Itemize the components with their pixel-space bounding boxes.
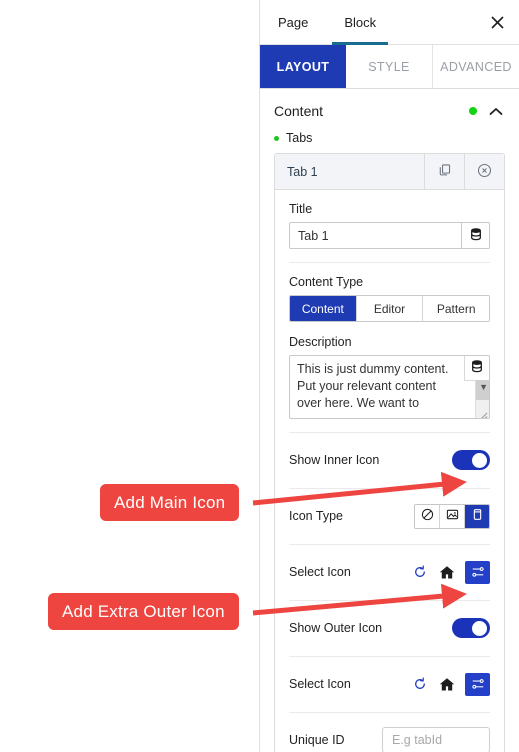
tab-item-header: Tab 1 — [275, 154, 504, 190]
icon-type-image-button[interactable] — [440, 504, 465, 528]
divider — [289, 488, 490, 489]
mode-tab-advanced[interactable]: ADVANCED — [433, 45, 519, 88]
content-type-option-editor-label: Editor — [373, 301, 406, 316]
show-inner-icon-row: Show Inner Icon — [289, 445, 490, 475]
icon-library-icon — [471, 508, 484, 524]
show-outer-icon-toggle[interactable] — [452, 618, 490, 638]
unique-id-label: Unique ID — [289, 733, 345, 747]
tab-page[interactable]: Page — [260, 0, 326, 44]
inspector-top-tabs: Page Block — [260, 0, 519, 45]
title-dynamic-data-button[interactable] — [462, 222, 490, 249]
remove-tab-button[interactable] — [464, 154, 504, 189]
select-outer-icon-label: Select Icon — [289, 677, 351, 691]
none-icon — [421, 508, 434, 524]
divider — [289, 600, 490, 601]
home-icon[interactable] — [438, 675, 456, 693]
description-textarea[interactable]: This is just dummy content. Put your rel… — [290, 356, 489, 418]
content-type-option-editor[interactable]: Editor — [356, 296, 424, 321]
show-inner-icon-toggle[interactable] — [452, 450, 490, 470]
icon-type-none-button[interactable] — [415, 504, 440, 528]
content-section-header[interactable]: Content — [260, 89, 519, 131]
tab-item-header-name[interactable]: Tab 1 — [275, 154, 424, 189]
content-type-segmented-control: Content Editor Pattern — [289, 295, 490, 322]
toggle-knob — [472, 452, 487, 468]
duplicate-tab-button[interactable] — [424, 154, 464, 189]
divider — [289, 712, 490, 713]
annotation-callout-add-extra-outer-icon: Add Extra Outer Icon — [48, 593, 239, 630]
divider — [289, 544, 490, 545]
content-type-option-content-label: Content — [301, 301, 344, 316]
content-type-option-pattern[interactable]: Pattern — [423, 296, 489, 321]
close-icon — [490, 15, 505, 30]
icon-type-library-button[interactable] — [465, 504, 489, 528]
copy-icon — [438, 163, 452, 180]
content-type-label: Content Type — [289, 275, 364, 289]
tab-item-body: Title Content — [275, 190, 504, 752]
mode-tab-layout[interactable]: LAYOUT — [260, 45, 346, 88]
show-inner-icon-label: Show Inner Icon — [289, 453, 380, 467]
description-label: Description — [289, 335, 352, 349]
content-type-option-pattern-label: Pattern — [436, 301, 476, 316]
close-panel-button[interactable] — [475, 0, 519, 44]
tab-item-header-label: Tab 1 — [287, 164, 318, 179]
content-section-title: Content — [274, 103, 324, 119]
icon-type-label: Icon Type — [289, 509, 343, 523]
database-icon — [471, 360, 483, 376]
toggle-knob — [472, 620, 487, 636]
mode-tab-advanced-label: ADVANCED — [440, 59, 512, 74]
annotation-callout-add-main-icon-label: Add Main Icon — [114, 492, 226, 512]
scroll-down-arrow-icon[interactable]: ▼ — [479, 382, 488, 392]
tab-page-label: Page — [278, 14, 309, 30]
divider — [289, 432, 490, 433]
show-outer-icon-row: Show Outer Icon — [289, 613, 490, 643]
select-inner-icon-buttons — [411, 560, 490, 584]
unique-id-row: Unique ID — [289, 725, 490, 752]
icon-type-row: Icon Type — [289, 501, 490, 531]
annotation-callout-add-main-icon: Add Main Icon — [100, 484, 240, 521]
show-outer-icon-label: Show Outer Icon — [289, 621, 383, 635]
divider — [289, 656, 490, 657]
block-inspector-panel: Page Block LAYOUT STYLE ADVANCED Content — [259, 0, 519, 752]
inspector-body: Tabs Tab 1 Title Tab 1 Content Type Cont… — [260, 131, 519, 752]
reset-icon[interactable] — [411, 675, 429, 693]
database-icon — [470, 227, 482, 244]
image-icon — [446, 508, 459, 524]
close-circle-icon — [477, 163, 492, 181]
annotation-callout-add-extra-outer-icon-label: Add Extra Outer Icon — [62, 601, 225, 621]
home-icon[interactable] — [438, 563, 456, 581]
editor-canvas-area — [0, 0, 259, 752]
inspector-mode-tabs: LAYOUT STYLE ADVANCED — [260, 45, 519, 89]
tabs-field-label-row: Tabs — [274, 131, 505, 145]
select-outer-icon-row: Select Icon — [289, 669, 490, 699]
sliders-icon[interactable] — [465, 672, 490, 696]
reset-icon[interactable] — [411, 563, 429, 581]
content-type-option-content[interactable]: Content — [290, 296, 357, 321]
sliders-icon[interactable] — [465, 560, 490, 584]
mode-tab-style[interactable]: STYLE — [346, 45, 433, 88]
select-inner-icon-label: Select Icon — [289, 565, 351, 579]
title-field-group — [289, 222, 490, 249]
tab-block[interactable]: Block — [326, 0, 394, 45]
mode-tab-style-label: STYLE — [368, 59, 410, 74]
icon-type-button-group — [414, 503, 490, 529]
tabs-field-label: Tabs — [286, 131, 313, 145]
divider — [289, 262, 490, 263]
field-bullet-icon — [274, 135, 279, 141]
title-field-label: Title — [289, 202, 313, 216]
select-inner-icon-row: Select Icon — [289, 557, 490, 587]
select-outer-icon-buttons — [411, 672, 490, 696]
description-field-group: This is just dummy content. Put your rel… — [289, 355, 490, 419]
status-dot-icon — [469, 107, 477, 115]
tab-item-card: Tab 1 Title Tab 1 Content Type Content E… — [274, 153, 505, 752]
mode-tab-layout-label: LAYOUT — [276, 59, 330, 74]
unique-id-input[interactable] — [382, 727, 490, 752]
textarea-resize-handle[interactable] — [479, 408, 488, 418]
tab-block-label: Block — [344, 14, 377, 30]
title-input[interactable] — [289, 222, 462, 249]
description-dynamic-data-button[interactable] — [464, 356, 489, 381]
chevron-up-icon[interactable] — [489, 107, 503, 116]
